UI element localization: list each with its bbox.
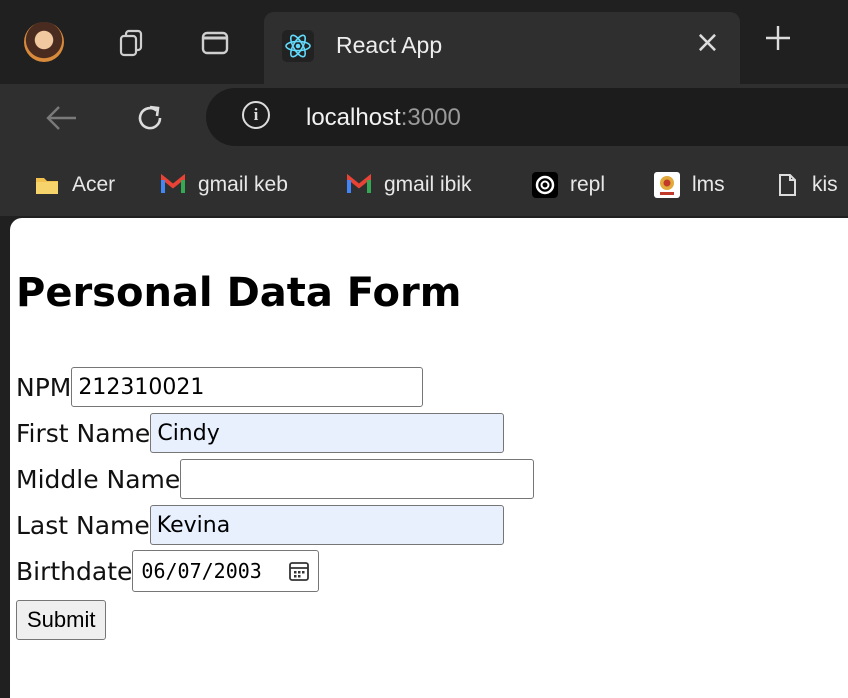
- birthdate-input[interactable]: 06/07/2003: [132, 550, 319, 592]
- back-arrow-icon[interactable]: [44, 100, 80, 136]
- active-tab[interactable]: React App ×: [264, 12, 740, 84]
- replit-icon: [532, 172, 558, 198]
- first-name-row: First Name: [16, 412, 505, 454]
- bookmarks-bar: Acer gmail keb gmail ibik repl lms kis: [0, 152, 848, 216]
- npm-input[interactable]: [71, 367, 424, 407]
- birthdate-row: Birthdate 06/07/2003: [16, 550, 319, 592]
- birthdate-label: Birthdate: [16, 556, 133, 586]
- bookmark-kis[interactable]: kis: [774, 170, 838, 200]
- calendar-icon[interactable]: [288, 560, 310, 582]
- page-icon: [779, 174, 796, 196]
- gmail-icon: [161, 173, 185, 193]
- tab-title: React App: [336, 32, 443, 58]
- url-text[interactable]: localhost:3000: [306, 104, 461, 132]
- browser-toolbar: i localhost:3000: [0, 84, 848, 152]
- site-info-icon[interactable]: i: [242, 101, 270, 129]
- last-name-input[interactable]: [149, 505, 504, 545]
- npm-row: NPM: [16, 366, 424, 408]
- first-name-input[interactable]: [150, 413, 505, 453]
- npm-label: NPM: [16, 372, 72, 402]
- bookmark-gmail-keb[interactable]: gmail keb: [160, 170, 288, 200]
- bookmark-repl[interactable]: repl: [532, 170, 605, 200]
- bookmark-label: repl: [570, 173, 606, 196]
- new-tab-button[interactable]: [762, 22, 794, 54]
- folder-icon: [36, 178, 58, 194]
- address-bar[interactable]: i localhost:3000: [206, 88, 848, 146]
- last-name-label: Last Name: [16, 510, 150, 540]
- bookmark-label: Acer: [72, 173, 116, 196]
- close-tab-button[interactable]: ×: [695, 28, 720, 58]
- last-name-row: Last Name: [16, 504, 504, 546]
- reload-icon[interactable]: [132, 100, 168, 136]
- workspaces-icon[interactable]: [116, 28, 146, 58]
- bookmark-label: gmail ibik: [384, 173, 472, 196]
- bookmark-gmail-ibik[interactable]: gmail ibik: [346, 170, 472, 200]
- react-icon: [282, 30, 314, 62]
- tab-strip: React App ×: [0, 0, 848, 84]
- bookmark-label: gmail keb: [198, 173, 288, 196]
- middle-name-input[interactable]: [180, 459, 535, 499]
- first-name-label: First Name: [16, 418, 151, 448]
- submit-button[interactable]: Submit: [16, 600, 107, 640]
- form-title: Personal Data Form: [16, 270, 462, 316]
- page-viewport: Personal Data Form NPM First Name Middle…: [10, 218, 848, 698]
- lms-icon: [654, 172, 680, 198]
- profile-avatar[interactable]: [24, 22, 64, 62]
- bookmark-label: kis: [812, 173, 838, 196]
- bookmark-lms[interactable]: lms: [654, 170, 725, 200]
- bookmark-acer[interactable]: Acer: [34, 170, 115, 200]
- middle-name-row: Middle Name: [16, 458, 535, 500]
- birthdate-value: 06/07/2003: [141, 559, 262, 583]
- middle-name-label: Middle Name: [16, 464, 181, 494]
- url-host: localhost: [306, 104, 401, 131]
- gmail-icon: [347, 173, 371, 193]
- tab-actions-icon[interactable]: [200, 28, 230, 58]
- url-port: :3000: [400, 104, 461, 131]
- bookmark-label: lms: [692, 173, 725, 196]
